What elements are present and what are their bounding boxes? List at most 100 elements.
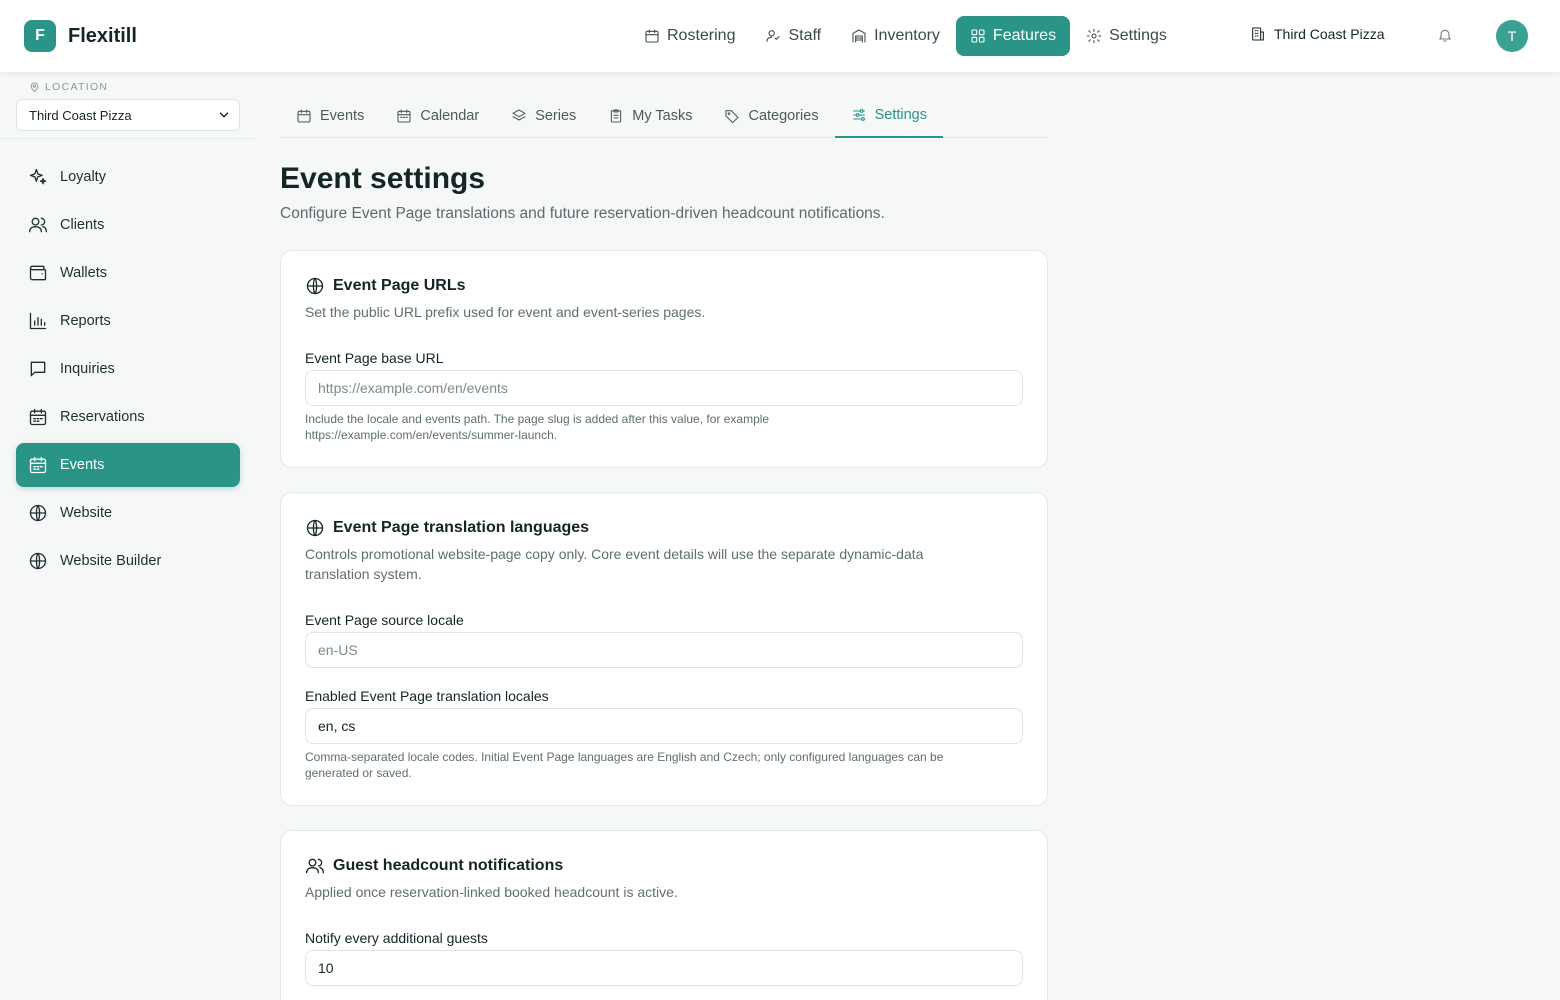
- location-select-value: Third Coast Pizza: [29, 107, 132, 123]
- sidebar-nav: Loyalty Clients Wallets Reports Inquirie…: [16, 155, 240, 587]
- tab-label: Calendar: [420, 108, 480, 124]
- tab-categories[interactable]: Categories: [708, 94, 834, 138]
- tab-my-tasks[interactable]: My Tasks: [592, 94, 708, 138]
- chevron-down-icon: [219, 112, 229, 118]
- message-icon: [30, 361, 46, 377]
- calendar-icon: [29, 408, 47, 426]
- sidebar-item-events[interactable]: Events: [16, 443, 240, 487]
- sidebar-item-label: Reports: [60, 313, 111, 329]
- top-bar: F Flexitill Rostering Staff Inventory Fe…: [0, 0, 1560, 72]
- base-url-help-line2: https://example.com/en/events/summer-lau…: [305, 428, 558, 442]
- notifications-button[interactable]: [1437, 27, 1453, 43]
- globe-icon: [29, 552, 47, 570]
- sidebar-item-label: Website Builder: [60, 553, 162, 569]
- card-description-line2: translation system.: [305, 566, 422, 582]
- nav-features-label: Features: [992, 27, 1057, 44]
- brand[interactable]: F Flexitill: [24, 20, 137, 52]
- sidebar-item-clients[interactable]: Clients: [16, 203, 240, 247]
- card-title: Event Page translation languages: [333, 519, 590, 536]
- calendar-icon: [29, 456, 47, 474]
- location-chip[interactable]: Third Coast Pizza: [1250, 26, 1384, 42]
- enabled-locales-help: Comma-separated locale codes. Initial Ev…: [305, 749, 1005, 781]
- sidebar: LOCATION Third Coast Pizza Loyalty Clien…: [0, 72, 256, 1000]
- sidebar-item-label: Inquiries: [60, 361, 115, 377]
- location-select[interactable]: Third Coast Pizza: [16, 99, 240, 131]
- enabled-locales-help-line2: generated or saved.: [305, 766, 412, 780]
- wallet-icon: [29, 265, 47, 281]
- sidebar-item-label: Clients: [60, 217, 105, 233]
- location-label-text: LOCATION: [45, 81, 109, 93]
- sidebar-divider: [0, 138, 256, 139]
- sidebar-item-loyalty[interactable]: Loyalty: [16, 155, 240, 199]
- bar-chart-icon: [29, 312, 47, 330]
- clipboard-icon: [611, 109, 622, 123]
- tab-settings[interactable]: Settings: [834, 94, 943, 138]
- enabled-locales-help-line1: Comma-separated locale codes. Initial Ev…: [305, 750, 944, 764]
- tab-label: Categories: [748, 108, 819, 124]
- user-icon: [766, 30, 781, 42]
- card-title: Event Page URLs: [333, 277, 466, 294]
- tab-series[interactable]: Series: [495, 94, 592, 138]
- notify-guests-label: Notify every additional guests: [305, 930, 488, 946]
- card-header: Guest headcount notifications: [305, 856, 563, 876]
- card-description-line1: Controls promotional website-page copy o…: [305, 546, 924, 562]
- calendar-icon: [397, 109, 411, 123]
- nav-features[interactable]: Features: [955, 16, 1071, 56]
- translation-languages-card: Event Page translation languages Control…: [280, 492, 1048, 806]
- nav-settings-label: Settings: [1109, 27, 1167, 44]
- sidebar-item-website-builder[interactable]: Website Builder: [16, 539, 240, 583]
- tab-label: Settings: [874, 107, 927, 123]
- sidebar-item-label: Wallets: [60, 265, 107, 281]
- users-icon: [306, 858, 324, 874]
- nav-rostering[interactable]: Rostering: [630, 16, 749, 56]
- calendar-icon: [645, 29, 659, 43]
- page-title: Event settings: [280, 162, 486, 195]
- base-url-help: Include the locale and events path. The …: [305, 411, 1005, 443]
- source-locale-input[interactable]: [305, 632, 1023, 668]
- nav-staff[interactable]: Staff: [751, 16, 835, 56]
- headcount-notifications-card: Guest headcount notifications Applied on…: [280, 830, 1048, 1000]
- brand-name: Flexitill: [68, 24, 137, 47]
- source-locale-label: Event Page source locale: [305, 612, 464, 628]
- bell-icon: [1439, 29, 1451, 42]
- top-nav: Rostering Staff Inventory Features Setti…: [630, 16, 1181, 56]
- sidebar-item-label: Website: [60, 505, 113, 521]
- sidebar-item-website[interactable]: Website: [16, 491, 240, 535]
- warehouse-icon: [852, 29, 866, 43]
- tab-label: My Tasks: [632, 108, 693, 124]
- base-url-input[interactable]: [305, 370, 1023, 406]
- sidebar-item-wallets[interactable]: Wallets: [16, 251, 240, 295]
- card-description: Controls promotional website-page copy o…: [305, 544, 1005, 584]
- event-page-urls-card: Event Page URLs Set the public URL prefi…: [280, 250, 1048, 468]
- sliders-icon: [852, 109, 865, 121]
- nav-inventory[interactable]: Inventory: [837, 16, 954, 56]
- nav-inventory-label: Inventory: [874, 27, 940, 44]
- notify-guests-input[interactable]: [305, 950, 1023, 986]
- grid-icon: [971, 29, 985, 43]
- nav-rostering-label: Rostering: [667, 27, 736, 44]
- nav-staff-label: Staff: [788, 27, 822, 44]
- globe-icon: [306, 277, 324, 295]
- users-icon: [29, 217, 47, 233]
- nav-settings[interactable]: Settings: [1072, 16, 1181, 56]
- globe-icon: [29, 504, 47, 522]
- enabled-locales-input[interactable]: [305, 708, 1023, 744]
- sidebar-item-label: Loyalty: [60, 169, 106, 185]
- tab-calendar[interactable]: Calendar: [380, 94, 495, 138]
- sidebar-item-reservations[interactable]: Reservations: [16, 395, 240, 439]
- card-title: Guest headcount notifications: [333, 857, 564, 874]
- card-header: Event Page URLs: [305, 276, 465, 296]
- base-url-help-line1: Include the locale and events path. The …: [305, 412, 770, 426]
- tag-icon: [725, 110, 740, 124]
- avatar[interactable]: T: [1496, 20, 1528, 52]
- location-label: LOCATION: [29, 81, 108, 93]
- globe-icon: [306, 519, 324, 537]
- tab-label: Series: [535, 108, 577, 124]
- tab-events[interactable]: Events: [280, 94, 380, 138]
- tab-label: Events: [320, 108, 365, 124]
- sidebar-item-inquiries[interactable]: Inquiries: [16, 347, 240, 391]
- building-icon: [1252, 27, 1264, 41]
- sparkles-icon: [29, 168, 47, 185]
- base-url-label: Event Page base URL: [305, 350, 444, 366]
- sidebar-item-reports[interactable]: Reports: [16, 299, 240, 343]
